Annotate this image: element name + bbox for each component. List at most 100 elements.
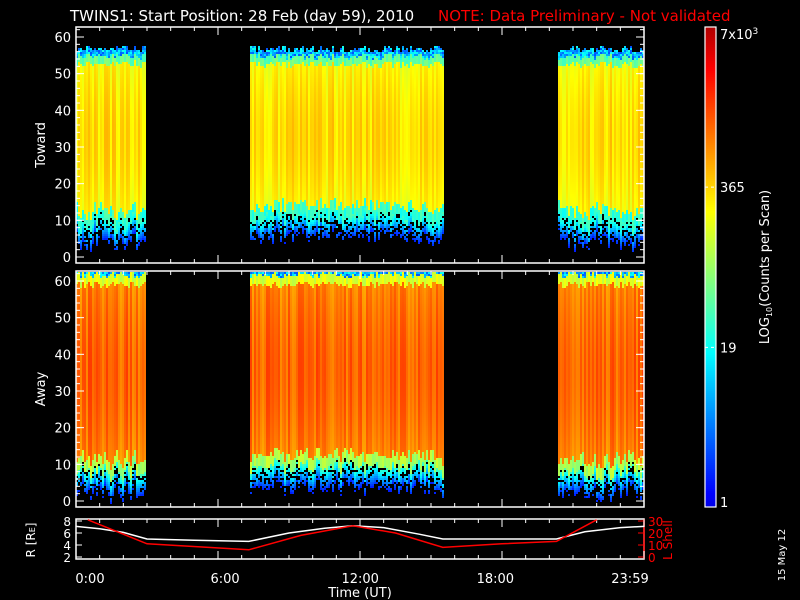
spectrogram-cell bbox=[96, 122, 98, 124]
spectrogram-cell bbox=[122, 54, 124, 56]
spectrogram-cell bbox=[284, 168, 286, 170]
spectrogram-cell bbox=[84, 96, 86, 98]
spectrogram-cell bbox=[124, 120, 126, 122]
spectrogram-cell bbox=[252, 52, 254, 54]
spectrogram-cell bbox=[108, 94, 110, 96]
spectrogram-cell bbox=[120, 106, 122, 108]
spectrogram-cell bbox=[142, 66, 144, 68]
spectrogram-cell bbox=[100, 54, 102, 56]
spectrogram-cell bbox=[86, 162, 88, 164]
spectrogram-cell bbox=[254, 178, 256, 180]
spectrogram-cell bbox=[280, 238, 282, 240]
spectrogram-cell bbox=[120, 70, 122, 72]
spectrogram-cell bbox=[96, 134, 98, 136]
spectrogram-cell bbox=[90, 96, 92, 98]
spectrogram-cell bbox=[274, 118, 276, 120]
spectrogram-cell bbox=[140, 184, 142, 186]
spectrogram-cell bbox=[250, 76, 252, 78]
spectrogram-cell bbox=[80, 168, 82, 170]
spectrogram-cell bbox=[270, 146, 272, 148]
spectrogram-cell bbox=[136, 80, 138, 82]
spectrogram-cell bbox=[272, 54, 274, 56]
spectrogram-cell bbox=[136, 182, 138, 184]
spectrogram-cell bbox=[134, 80, 136, 82]
spectrogram-cell bbox=[138, 150, 140, 152]
spectrogram-cell bbox=[278, 158, 280, 160]
spectrogram-cell bbox=[94, 212, 96, 214]
spectrogram-cell bbox=[88, 172, 90, 174]
spectrogram-cell bbox=[276, 80, 278, 82]
spectrogram-cell bbox=[80, 132, 82, 134]
spectrogram-cell bbox=[92, 224, 94, 226]
spectrogram-cell bbox=[286, 118, 288, 120]
spectrogram-cell bbox=[108, 240, 110, 242]
spectrogram-cell bbox=[90, 206, 92, 208]
spectrogram-cell bbox=[252, 148, 254, 150]
spectrogram-cell bbox=[272, 236, 274, 238]
spectrogram-cell bbox=[250, 184, 252, 186]
spectrogram-cell bbox=[282, 58, 284, 60]
spectrogram-cell bbox=[278, 218, 280, 220]
spectrogram-cell bbox=[80, 84, 82, 86]
spectrogram-cell bbox=[96, 62, 98, 64]
spectrogram-cell bbox=[282, 138, 284, 140]
spectrogram-cell bbox=[96, 234, 98, 236]
spectrogram-cell bbox=[84, 126, 86, 128]
spectrogram-cell bbox=[136, 166, 138, 168]
spectrogram-cell bbox=[96, 84, 98, 86]
spectrogram-cell bbox=[140, 188, 142, 190]
spectrogram-cell bbox=[118, 188, 120, 190]
spectrogram-cell bbox=[142, 210, 144, 212]
spectrogram-cell bbox=[104, 168, 106, 170]
spectrogram-cell bbox=[256, 156, 258, 158]
spectrogram-cell bbox=[122, 116, 124, 118]
spectrogram-cell bbox=[144, 206, 146, 208]
spectrogram-cell bbox=[84, 190, 86, 192]
spectrogram-cell bbox=[104, 186, 106, 188]
spectrogram-cell bbox=[258, 174, 260, 176]
spectrogram-cell bbox=[138, 164, 140, 166]
spectrogram-cell bbox=[138, 80, 140, 82]
spectrogram-cell bbox=[90, 230, 92, 232]
spectrogram-cell bbox=[268, 92, 270, 94]
spectrogram-cell bbox=[254, 198, 256, 200]
spectrogram-cell bbox=[276, 114, 278, 116]
spectrogram-cell bbox=[84, 236, 86, 238]
spectrogram-cell bbox=[270, 104, 272, 106]
spectrogram-cell bbox=[106, 182, 108, 184]
spectrogram-cell bbox=[120, 236, 122, 238]
spectrogram-cell bbox=[266, 114, 268, 116]
spectrogram-cell bbox=[102, 88, 104, 90]
spectrogram-cell bbox=[114, 236, 116, 238]
spectrogram-cell bbox=[98, 192, 100, 194]
spectrogram-cell bbox=[104, 210, 106, 212]
spectrogram-cell bbox=[90, 228, 92, 230]
spectrogram-cell bbox=[284, 128, 286, 130]
spectrogram-cell bbox=[250, 178, 252, 180]
spectrogram-cell bbox=[268, 146, 270, 148]
spectrogram-cell bbox=[120, 178, 122, 180]
spectrogram-cell bbox=[252, 62, 254, 64]
spectrogram-cell bbox=[90, 194, 92, 196]
spectrogram-cell bbox=[276, 162, 278, 164]
spectrogram-cell bbox=[100, 92, 102, 94]
spectrogram-cell bbox=[124, 148, 126, 150]
spectrogram-cell bbox=[280, 192, 282, 194]
spectrogram-cell bbox=[258, 158, 260, 160]
spectrogram-cell bbox=[132, 86, 134, 88]
spectrogram-cell bbox=[264, 146, 266, 148]
spectrogram-cell bbox=[94, 146, 96, 148]
spectrogram-cell bbox=[144, 156, 146, 158]
spectrogram-cell bbox=[278, 172, 280, 174]
spectrogram-cell bbox=[138, 162, 140, 164]
spectrogram-cell bbox=[114, 122, 116, 124]
spectrogram-cell bbox=[122, 98, 124, 100]
spectrogram-cell bbox=[280, 102, 282, 104]
spectrogram-cell bbox=[108, 218, 110, 220]
spectrogram-cell bbox=[254, 130, 256, 132]
spectrogram-cell bbox=[274, 50, 276, 52]
spectrogram-cell bbox=[282, 144, 284, 146]
spectrogram-cell bbox=[100, 144, 102, 146]
spectrogram-cell bbox=[286, 138, 288, 140]
spectrogram-cell bbox=[142, 72, 144, 74]
